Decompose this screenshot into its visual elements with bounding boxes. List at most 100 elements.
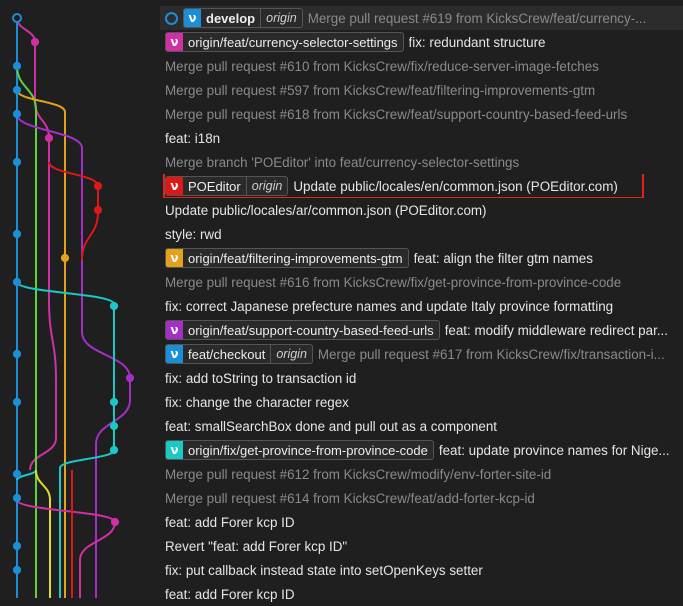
branch-name: feat/checkout	[188, 346, 266, 362]
commit-node[interactable]	[109, 421, 119, 431]
commit-row[interactable]: ν POEditor origin Update public/locales/en/…	[160, 174, 683, 198]
commit-node[interactable]	[12, 277, 22, 287]
commit-node[interactable]	[93, 181, 103, 191]
commit-message: Merge pull request #612 from KicksCrew/m…	[165, 466, 552, 482]
branch-ref-tag[interactable]: ν origin/feat/currency-selector-settings	[165, 32, 404, 52]
commit-message: feat: add Forer kcp ID	[165, 514, 295, 530]
graph-curve	[48, 161, 99, 187]
commit-node[interactable]	[93, 205, 103, 215]
commit-node[interactable]	[12, 157, 22, 167]
branch-icon: ν	[184, 9, 201, 27]
commit-message: Merge pull request #610 from KicksCrew/f…	[165, 58, 599, 74]
commit-message: feat: add Forer kcp ID	[165, 586, 295, 602]
commit-node[interactable]	[12, 541, 22, 551]
commit-node[interactable]	[12, 229, 22, 239]
commit-row[interactable]: ν feat/checkout origin Merge pull request #…	[160, 342, 683, 366]
graph-curve	[35, 469, 51, 501]
graph-curve	[34, 101, 50, 139]
branch-ref-tag[interactable]: ν POEditor origin	[165, 176, 289, 196]
commit-row[interactable]: Merge pull request #612 from KicksCrew/m…	[160, 462, 683, 486]
commit-row[interactable]: Update public/locales/ar/common.json (PO…	[160, 198, 683, 222]
graph-curve	[79, 521, 116, 561]
commit-message: fix: redundant structure	[408, 34, 546, 50]
commit-node[interactable]	[12, 349, 22, 359]
branch-ref-tag[interactable]: ν develop origin	[183, 8, 303, 28]
branch-icon: ν	[166, 33, 183, 51]
commit-node[interactable]	[30, 37, 40, 47]
branch-ref-tag[interactable]: ν origin/fix/get-province-from-province-c…	[165, 440, 434, 460]
commit-row[interactable]: style: rwd	[160, 222, 683, 246]
commit-message: Merge pull request #597 from KicksCrew/f…	[165, 82, 596, 98]
commit-message: Merge pull request #616 from KicksCrew/f…	[165, 274, 622, 290]
commit-row[interactable]: feat: add Forer kcp ID	[160, 510, 683, 534]
commit-node[interactable]	[12, 61, 22, 71]
commit-row[interactable]: ν origin/feat/filtering-improvements-gtm f…	[160, 246, 683, 270]
branch-icon: ν	[166, 249, 183, 267]
branch-ref-tag[interactable]: ν origin/feat/filtering-improvements-gtm	[165, 248, 409, 268]
commit-node[interactable]	[109, 445, 119, 455]
commit-graph	[12, 13, 135, 598]
commit-node[interactable]	[125, 373, 135, 383]
commit-row[interactable]: fix: correct Japanese prefecture names a…	[160, 294, 683, 318]
commit-message: feat: update province names for Nige...	[438, 442, 670, 458]
graph-curve	[29, 437, 57, 471]
graph-curve	[48, 299, 57, 381]
commit-row[interactable]: ν origin/feat/support-country-based-feed-…	[160, 318, 683, 342]
commit-row[interactable]: ν develop origin Merge pull request #619 fr…	[160, 6, 683, 30]
commit-node[interactable]	[12, 469, 22, 479]
commit-row[interactable]: ν origin/feat/currency-selector-settings f…	[160, 30, 683, 54]
graph-curve	[81, 211, 99, 261]
commit-message: Merge branch 'POEditor' into feat/curren…	[165, 154, 520, 170]
graph-curve	[16, 89, 66, 113]
commit-list: ν develop origin Merge pull request #619 fr…	[160, 6, 683, 606]
branch-icon: ν	[166, 441, 183, 459]
commit-row[interactable]: Merge pull request #616 from KicksCrew/f…	[160, 270, 683, 294]
commit-message: feat: smallSearchBox done and pull out a…	[165, 418, 498, 434]
commit-row[interactable]: Merge pull request #610 from KicksCrew/f…	[160, 54, 683, 78]
remote-name: origin	[245, 177, 288, 195]
commit-message: Merge pull request #617 from KicksCrew/f…	[317, 346, 665, 362]
branch-ref-tag[interactable]: ν feat/checkout origin	[165, 344, 313, 364]
commit-message: fix: put callback instead state into set…	[165, 562, 483, 578]
remote-name: origin	[260, 9, 302, 27]
commit-row[interactable]: Merge pull request #597 from KicksCrew/f…	[160, 78, 683, 102]
commit-message: Update public/locales/ar/common.json (PO…	[165, 202, 487, 218]
commit-node[interactable]	[12, 397, 22, 407]
commit-message: Merge pull request #614 from KicksCrew/f…	[165, 490, 535, 506]
graph-curve	[59, 449, 115, 469]
commit-message: feat: modify middleware redirect par...	[444, 322, 668, 338]
commit-row[interactable]: Merge branch 'POEditor' into feat/curren…	[160, 150, 683, 174]
commit-row[interactable]: ν origin/fix/get-province-from-province-c…	[160, 438, 683, 462]
commit-row[interactable]: fix: change the character regex	[160, 390, 683, 414]
commit-node[interactable]	[12, 493, 22, 503]
commit-row[interactable]: Revert "feat: add Forer kcp ID"	[160, 534, 683, 558]
branch-name: origin/feat/filtering-improvements-gtm	[188, 250, 403, 266]
commit-row[interactable]: Merge pull request #614 from KicksCrew/f…	[160, 486, 683, 510]
commit-message: Merge pull request #618 from KicksCrew/f…	[165, 106, 628, 122]
branch-ref-tag[interactable]: ν origin/feat/support-country-based-feed-…	[165, 320, 440, 340]
commit-message: Revert "feat: add Forer kcp ID"	[165, 538, 348, 554]
commit-row[interactable]: fix: add toString to transaction id	[160, 366, 683, 390]
commit-node[interactable]	[109, 301, 119, 311]
branch-icon: ν	[166, 345, 183, 363]
commit-node[interactable]	[12, 109, 22, 119]
commit-node[interactable]	[12, 85, 22, 95]
branch-icon: ν	[166, 321, 183, 339]
commit-message: fix: change the character regex	[165, 394, 349, 410]
commit-node[interactable]	[12, 13, 22, 23]
branch-name: origin/feat/support-country-based-feed-u…	[188, 322, 434, 338]
commit-row[interactable]: feat: smallSearchBox done and pull out a…	[160, 414, 683, 438]
branch-name: POEditor	[188, 178, 241, 194]
commit-row[interactable]: feat: add Forer kcp ID	[160, 582, 683, 606]
commit-row[interactable]: feat: i18n	[160, 126, 683, 150]
commit-node[interactable]	[109, 397, 119, 407]
commit-node[interactable]	[110, 517, 120, 527]
commit-row[interactable]: fix: put callback instead state into set…	[160, 558, 683, 582]
commit-node[interactable]	[60, 253, 70, 263]
commit-row[interactable]: Merge pull request #618 from KicksCrew/f…	[160, 102, 683, 126]
remote-name: origin	[270, 345, 312, 363]
commit-message: feat: align the filter gtm names	[413, 250, 593, 266]
branch-name: develop	[206, 10, 256, 26]
commit-node[interactable]	[12, 565, 22, 575]
commit-node[interactable]	[44, 133, 54, 143]
